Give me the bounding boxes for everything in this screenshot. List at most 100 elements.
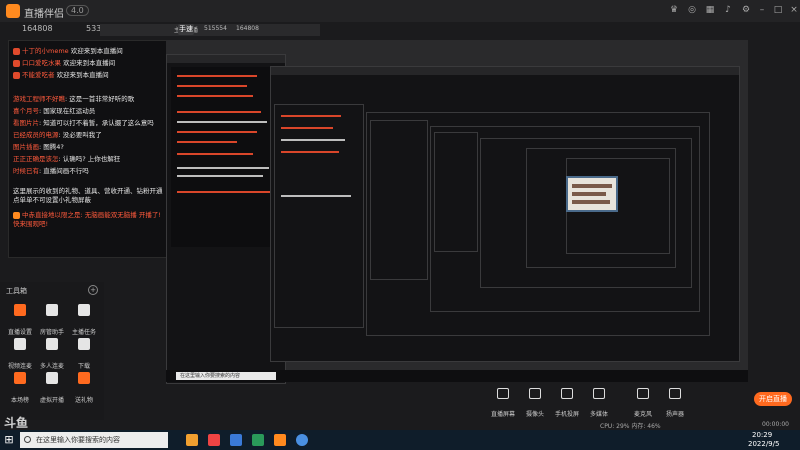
settings-icon[interactable]: ⚙: [740, 4, 752, 16]
chat-text: 欢迎来到本直播间: [70, 47, 123, 55]
nested-chat-line: [177, 75, 257, 77]
file-explorer-icon[interactable]: [186, 434, 198, 446]
media-icon: [593, 388, 605, 399]
avatar-icon: [13, 211, 20, 219]
nested-chat-line: [177, 175, 263, 177]
mic-icon: [637, 388, 649, 399]
tool-rank[interactable]: 本场榜: [4, 372, 36, 404]
manager-icon: [46, 304, 58, 316]
nested-chat-line: [281, 139, 345, 141]
chat-username[interactable]: 时候已有: [13, 167, 39, 175]
promo-message: 中赤直接地以限之是: 无脑画能双无脑播 开播了! 快来围观吧!: [13, 211, 165, 229]
live-preview[interactable]: [166, 40, 748, 384]
inner-stat-value: 515554: [204, 25, 227, 32]
settings-orange-icon: [14, 304, 26, 316]
speaker-button[interactable]: 扬声器: [660, 388, 690, 420]
avatar-icon: [13, 71, 20, 79]
chat-username[interactable]: 不能爱吃者: [22, 71, 55, 79]
windows-start-icon[interactable]: ⊞: [2, 433, 16, 447]
virtual-icon: [46, 372, 58, 384]
maximize-icon[interactable]: □: [772, 4, 784, 16]
thumb-bar: [572, 192, 606, 196]
chat-username[interactable]: 口口爱吃水果: [22, 59, 61, 67]
nested-chat-line: [177, 131, 257, 133]
title-bar: 直播伴侣 4.0 ♛ ◎ ▦ ♪ ⚙ – □ ×: [0, 0, 800, 22]
taskbar-search-input[interactable]: 在这里输入你要搜索的内容: [20, 432, 168, 448]
live-app-icon[interactable]: [274, 434, 286, 446]
camera-button[interactable]: 摄像头: [520, 388, 550, 420]
chat-username[interactable]: 正正正确是该怎: [13, 155, 59, 163]
live-duration: 00:00:00: [762, 421, 789, 428]
tool-gift[interactable]: 送礼物: [68, 372, 100, 404]
app-version-badge: 4.0: [66, 5, 89, 16]
chat-text: 欢迎来到本直播间: [56, 71, 109, 79]
nested-window: [166, 54, 286, 384]
tool-label: 视频连麦: [7, 363, 32, 370]
app-icon[interactable]: [252, 434, 264, 446]
clock-time: 20:29: [752, 431, 773, 439]
performance-status: CPU: 29% 内存: 46%: [600, 423, 661, 430]
live-tab-button[interactable]: 手速: [178, 24, 194, 35]
tool-download[interactable]: 下载: [68, 338, 100, 370]
chat-username[interactable]: 已经成员的电源: [13, 131, 59, 139]
tools-panel: 工具箱 + 直播设置 房管助手 主播任务 视频连麦 多人连麦 下载 本场榜 虚拟…: [0, 282, 104, 422]
task-icon: [78, 304, 90, 316]
screen-icon: [497, 388, 509, 399]
chat-text: 认确吗? 上你也解狂: [62, 155, 121, 163]
chrome-icon[interactable]: [296, 434, 308, 446]
tool-video-link[interactable]: 视频连麦: [4, 338, 36, 370]
nested-chat-line: [177, 153, 253, 155]
nested-chat-line: [281, 127, 333, 129]
chat-text: 这是一首非常好听的歌: [69, 95, 135, 103]
button-label: 多媒体: [589, 411, 608, 418]
download-icon: [78, 338, 90, 350]
app-icon[interactable]: [208, 434, 220, 446]
nested-window: [370, 120, 428, 280]
gift-icon: [78, 372, 90, 384]
status-row: CPU: 29% 内存: 46% 00:00:00: [0, 420, 800, 430]
chat-username[interactable]: 看图片片: [13, 119, 39, 127]
rank-icon: [14, 372, 26, 384]
chat-username[interactable]: 喜个月号: [13, 107, 39, 115]
chat-message: 喜个月号: 国家现在红运动员: [13, 107, 96, 115]
thumb-bar: [572, 184, 612, 188]
nested-search-box: 在这里输入你要搜索的内容: [176, 372, 276, 380]
nested-chat-line: [281, 115, 341, 117]
button-label: 摄像头: [525, 411, 544, 418]
app-icon[interactable]: [230, 434, 242, 446]
chat-text: 知道可以打不着暂，承认摄了这么意吗: [43, 119, 154, 127]
screen-capture-button[interactable]: 直播屏幕: [488, 388, 518, 420]
minimize-icon[interactable]: –: [756, 4, 768, 16]
stats-icon[interactable]: ▦: [704, 4, 716, 16]
tool-label: 送礼物: [74, 397, 93, 404]
nested-stats-strip: 主播开播 515554 164808: [100, 24, 320, 36]
start-live-button[interactable]: 开启直播: [754, 392, 792, 406]
gift-icon[interactable]: ◎: [686, 4, 698, 16]
chat-username[interactable]: 图片插画: [13, 143, 39, 151]
watermark-logo: 斗鱼: [4, 416, 29, 430]
tool-multi-link[interactable]: 多人连麦: [36, 338, 68, 370]
video-link-icon: [14, 338, 26, 350]
nested-chat-line: [177, 191, 273, 193]
tools-add-icon[interactable]: +: [88, 285, 98, 295]
chat-text: 直播间画不行吗: [43, 167, 89, 175]
tool-room-manager[interactable]: 房管助手: [36, 304, 68, 336]
nested-chat-line: [177, 85, 247, 87]
button-label: 麦克风: [633, 411, 652, 418]
chat-message: 游戏工程师不好瞧: 这是一首非常好听的歌: [13, 95, 135, 103]
tool-live-settings[interactable]: 直播设置: [4, 304, 36, 336]
trophy-icon[interactable]: ♛: [668, 4, 680, 16]
bell-icon[interactable]: ♪: [722, 4, 734, 16]
tool-host-task[interactable]: 主播任务: [68, 304, 100, 336]
nested-chat-line: [177, 141, 237, 143]
button-label: 扬声器: [665, 411, 684, 418]
media-button[interactable]: 多媒体: [584, 388, 614, 420]
mic-button[interactable]: 麦克风: [628, 388, 658, 420]
tool-virtual[interactable]: 虚拟开播: [36, 372, 68, 404]
chat-username[interactable]: 游戏工程师不好瞧: [13, 95, 65, 103]
main-toolbar: 直播屏幕 摄像头 手机投屏 多媒体 麦克风 扬声器: [480, 386, 800, 418]
nested-chat-line: [281, 195, 351, 197]
chat-username[interactable]: 十丁的小meme: [22, 47, 69, 55]
phone-cast-button[interactable]: 手机投屏: [552, 388, 582, 420]
close-icon[interactable]: ×: [788, 4, 800, 16]
